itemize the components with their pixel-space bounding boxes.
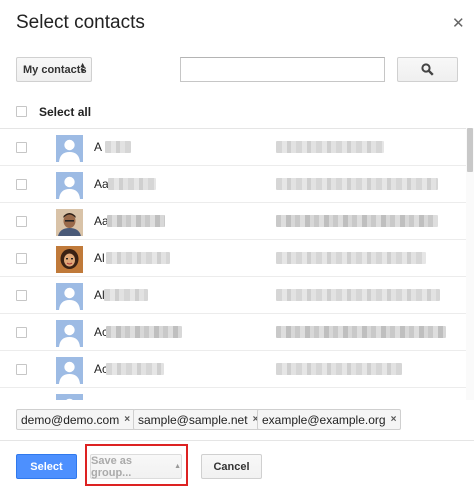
contact-list: A Aa Aa Al Al Ac Ac — [0, 128, 474, 400]
contact-row[interactable]: Al — [0, 277, 466, 314]
redacted-name-blur — [105, 141, 131, 153]
contact-checkbox[interactable] — [16, 216, 27, 227]
redacted-email-blur — [276, 141, 384, 153]
redacted-email-blur — [276, 289, 440, 301]
search-icon — [421, 63, 434, 76]
search-button[interactable] — [397, 57, 458, 82]
contact-row[interactable]: Aa — [0, 166, 466, 203]
redacted-name-blur — [108, 178, 156, 190]
recipient-chip: demo@demo.com × — [16, 409, 136, 430]
scrollbar-thumb[interactable] — [467, 128, 473, 172]
contact-list-scrollbar[interactable] — [466, 128, 474, 400]
select-contacts-dialog: Select contacts ✕ My contacts ▲ ▼ Select … — [0, 0, 474, 494]
contact-row[interactable]: Aa — [0, 203, 466, 240]
contact-checkbox[interactable] — [16, 142, 27, 153]
redacted-name-blur — [106, 363, 164, 375]
contact-row[interactable]: Ac — [0, 388, 466, 400]
contact-row[interactable]: A — [0, 129, 466, 166]
select-all-checkbox[interactable] — [16, 106, 27, 117]
group-select-value: My contacts — [23, 63, 87, 76]
save-as-group-label: Save as group... — [91, 454, 132, 479]
default-avatar-icon — [56, 394, 83, 400]
up-down-caret-icon: ▲ ▼ — [79, 62, 86, 75]
default-avatar-icon — [56, 357, 83, 384]
close-icon[interactable]: ✕ — [452, 14, 465, 32]
default-avatar-icon — [56, 172, 83, 199]
redacted-name-blur — [106, 326, 182, 338]
default-avatar-icon — [56, 320, 83, 347]
contact-checkbox[interactable] — [16, 253, 27, 264]
selected-recipients-bar: demo@demo.com × sample@sample.net × exam… — [0, 405, 474, 435]
redacted-name-blur — [104, 289, 148, 301]
caret-up-icon: ▲ — [174, 463, 181, 470]
contact-group-dropdown[interactable]: My contacts ▲ ▼ — [16, 57, 92, 82]
redacted-email-blur — [276, 326, 446, 338]
default-avatar-icon — [56, 283, 83, 310]
chip-email: example@example.org — [262, 412, 386, 427]
dialog-footer: Select Save as group... ▲ Cancel — [0, 440, 474, 494]
select-all-label: Select all — [39, 105, 92, 119]
contact-photo-avatar — [56, 246, 83, 273]
save-as-group-button[interactable]: Save as group... ▲ — [90, 454, 182, 479]
search-input[interactable] — [180, 57, 385, 82]
dialog-title: Select contacts — [16, 12, 145, 33]
recipient-chip: example@example.org × — [257, 409, 402, 430]
contact-name: Al — [94, 251, 105, 265]
contact-checkbox[interactable] — [16, 327, 27, 338]
contact-name: A — [94, 140, 103, 154]
remove-chip-icon[interactable]: × — [124, 414, 130, 425]
chip-email: sample@sample.net — [138, 412, 248, 427]
redacted-email-blur — [276, 178, 438, 190]
contact-checkbox[interactable] — [16, 179, 27, 190]
redacted-email-blur — [276, 215, 438, 227]
contact-checkbox[interactable] — [16, 364, 27, 375]
contact-name: Aa — [94, 177, 109, 191]
redacted-name-blur — [106, 252, 170, 264]
redacted-email-blur — [276, 363, 402, 375]
select-all-row: Select all — [0, 100, 474, 128]
contact-row[interactable]: Ac — [0, 314, 466, 351]
default-avatar-icon — [56, 135, 83, 162]
select-button[interactable]: Select — [16, 454, 77, 479]
chip-email: demo@demo.com — [21, 412, 120, 427]
contact-photo-avatar — [56, 209, 83, 236]
redacted-email-blur — [276, 252, 426, 264]
recipient-chip: sample@sample.net × — [133, 409, 264, 430]
contact-checkbox[interactable] — [16, 290, 27, 301]
contact-row[interactable]: Ac — [0, 351, 466, 388]
remove-chip-icon[interactable]: × — [391, 414, 397, 425]
redacted-name-blur — [107, 215, 165, 227]
cancel-button[interactable]: Cancel — [201, 454, 262, 479]
contact-row[interactable]: Al — [0, 240, 466, 277]
